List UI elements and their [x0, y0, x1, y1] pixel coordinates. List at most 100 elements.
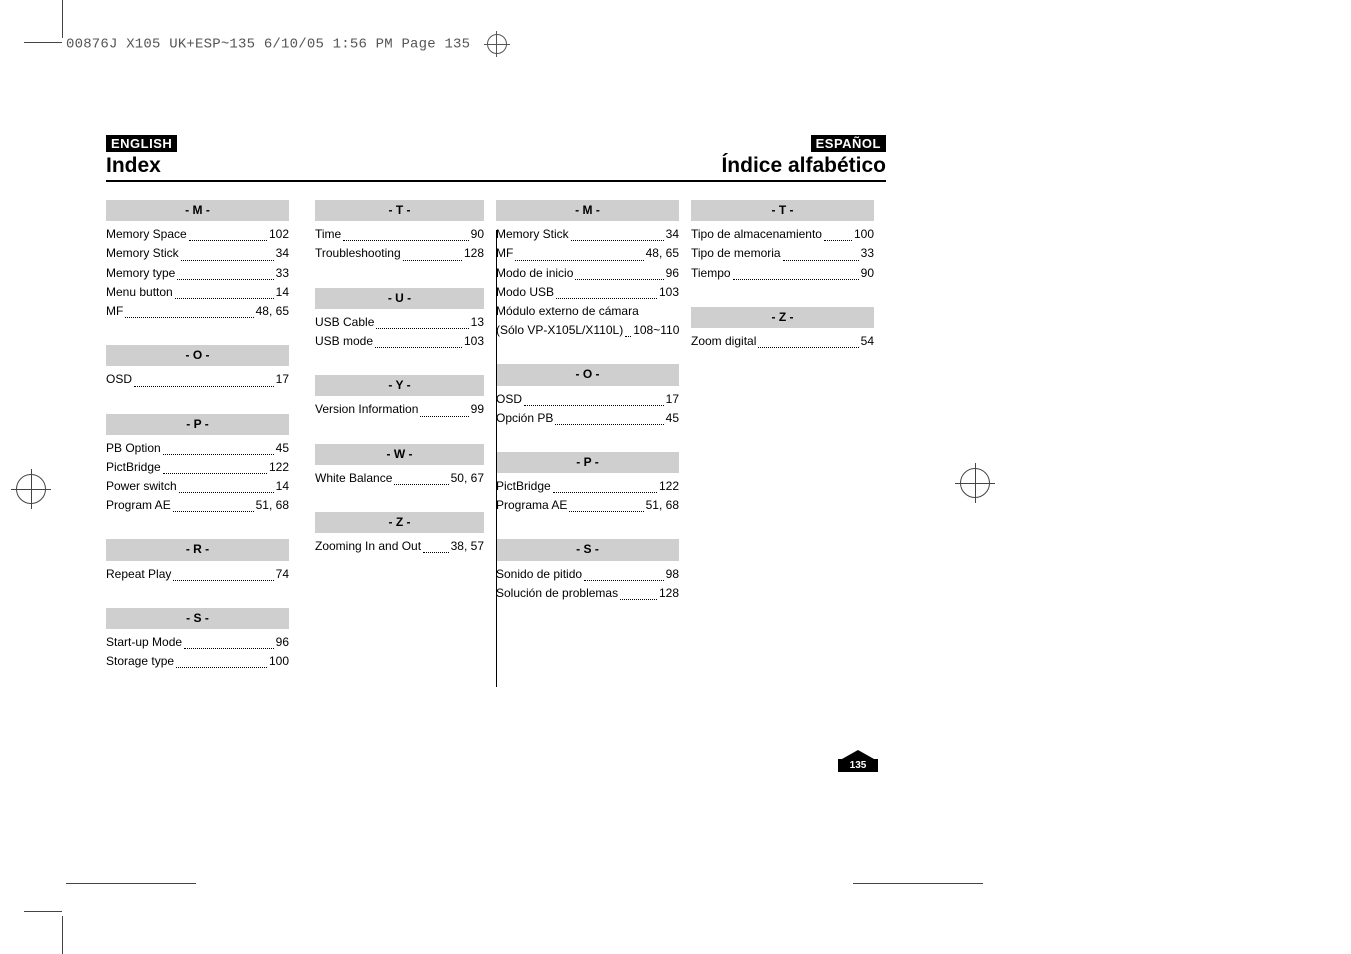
index-entry-label: MF: [106, 302, 123, 321]
leader-dots: [176, 652, 267, 668]
index-section-header: - O -: [496, 364, 679, 385]
leader-dots: [173, 565, 273, 581]
index-entry: Memory Stick34: [106, 244, 289, 263]
leader-dots: [376, 313, 468, 329]
registration-mark-icon: [487, 34, 507, 54]
index-entry: Start-up Mode 96: [106, 633, 289, 652]
leader-dots: [375, 332, 462, 348]
leader-dots: [555, 409, 663, 425]
index-entry: Tipo de almacenamiento100: [691, 225, 874, 244]
index-entry: Zoom digital54: [691, 332, 874, 351]
index-entry: White Balance50, 67: [315, 469, 484, 488]
index-entry-page: 128: [659, 584, 679, 603]
index-entry: Sonido de pitido 98: [496, 565, 679, 584]
page-number-badge: 135: [838, 750, 878, 778]
page-content: ENGLISH ESPAÑOL Index Índice alfabético …: [106, 135, 886, 687]
index-entry: Solución de problemas 128: [496, 584, 679, 603]
index-entry-label: Sonido de pitido: [496, 565, 582, 584]
index-entry: Tiempo 90: [691, 264, 874, 283]
index-entry-page: 38, 57: [451, 537, 484, 556]
index-entry-label: USB mode: [315, 332, 373, 351]
index-entry-label: Tipo de memoria: [691, 244, 781, 263]
index-section-header: - T -: [691, 200, 874, 221]
leader-dots: [394, 469, 448, 485]
index-entry-label: Modo de inicio: [496, 264, 573, 283]
index-entry-page: 50, 67: [451, 469, 484, 488]
leader-dots: [575, 264, 663, 280]
index-entry-page: 99: [471, 400, 484, 419]
crop-mark: [853, 883, 983, 884]
index-entry: PictBridge122: [106, 458, 289, 477]
index-entry-page: 34: [276, 244, 289, 263]
index-entry-label: PB Option: [106, 439, 161, 458]
index-entry-page: 33: [276, 264, 289, 283]
leader-dots: [571, 225, 664, 241]
leader-dots: [343, 225, 468, 241]
leader-dots: [758, 332, 858, 348]
registration-mark-icon: [960, 468, 990, 498]
index-entry: Memory Stick 34: [496, 225, 679, 244]
index-entry-page: 90: [861, 264, 874, 283]
index-entry-label: Zoom digital: [691, 332, 756, 351]
language-badge-espanol: ESPAÑOL: [811, 135, 886, 152]
index-entry-label: Modo USB: [496, 283, 554, 302]
index-entry-label: PictBridge: [496, 477, 551, 496]
index-section-header: - Y -: [315, 375, 484, 396]
index-entry-page: 74: [276, 565, 289, 584]
index-entry-page: 51, 68: [256, 496, 289, 515]
index-entry: Zooming In and Out38, 57: [315, 537, 484, 556]
leader-dots: [181, 244, 274, 260]
index-entry: Opción PB45: [496, 409, 679, 428]
index-entry-page: 13: [471, 313, 484, 332]
index-entry-label: Solución de problemas: [496, 584, 618, 603]
leader-dots: [179, 477, 274, 493]
index-entry-label: (Sólo VP-X105L/X110L): [496, 321, 623, 340]
index-entry-label: Memory Space: [106, 225, 187, 244]
index-entry-label: Módulo externo de cámara: [496, 302, 639, 321]
index-entry-label: Memory type: [106, 264, 175, 283]
index-entry-page: 100: [269, 652, 289, 671]
index-section-header: - W -: [315, 444, 484, 465]
page-title-left: Index: [106, 154, 161, 178]
index-entry-page: 122: [659, 477, 679, 496]
index-entry-label: Program AE: [106, 496, 171, 515]
index-entry: USB mode103: [315, 332, 484, 351]
index-entry-page: 98: [666, 565, 679, 584]
index-entry: Módulo externo de cámara: [496, 302, 679, 321]
index-column: - M -Memory Stick34MF48, 65Modo de inici…: [496, 200, 691, 687]
index-entry-label: Memory Stick: [496, 225, 569, 244]
crop-mark: [66, 883, 196, 884]
index-entry-label: Programa AE: [496, 496, 567, 515]
index-entry-page: 33: [861, 244, 874, 263]
index-entry-page: 45: [276, 439, 289, 458]
crop-mark: [24, 911, 62, 912]
index-entry-label: Tipo de almacenamiento: [691, 225, 822, 244]
index-entry-label: OSD: [496, 390, 522, 409]
leader-dots: [783, 244, 859, 260]
crop-mark: [24, 42, 62, 43]
index-entry-label: Tiempo: [691, 264, 731, 283]
index-entry: PictBridge 122: [496, 477, 679, 496]
index-entry-page: 14: [276, 283, 289, 302]
leader-dots: [177, 264, 273, 280]
index-section-header: - Z -: [315, 512, 484, 533]
leader-dots: [125, 302, 253, 318]
page-number: 135: [838, 759, 878, 772]
index-entry-page: 34: [666, 225, 679, 244]
index-entry: Version Information99: [315, 400, 484, 419]
index-column: - T -Time90Troubleshooting128- U -USB Ca…: [301, 200, 496, 687]
index-entry: Storage type100: [106, 652, 289, 671]
index-entry-label: Start-up Mode: [106, 633, 182, 652]
leader-dots: [163, 458, 267, 474]
index-column: - T - Tipo de almacenamiento100Tipo de me…: [691, 200, 886, 687]
index-entry-page: 51, 68: [646, 496, 679, 515]
leader-dots: [584, 565, 664, 581]
index-entry-page: 96: [276, 633, 289, 652]
index-entry-page: 48, 65: [646, 244, 679, 263]
leader-dots: [515, 244, 643, 260]
leader-dots: [733, 264, 859, 280]
index-entry: Programa AE 51, 68: [496, 496, 679, 515]
print-job-header: 00876J X105 UK+ESP~135 6/10/05 1:56 PM P…: [66, 34, 507, 54]
index-entry: OSD17: [106, 370, 289, 389]
leader-dots: [553, 477, 657, 493]
